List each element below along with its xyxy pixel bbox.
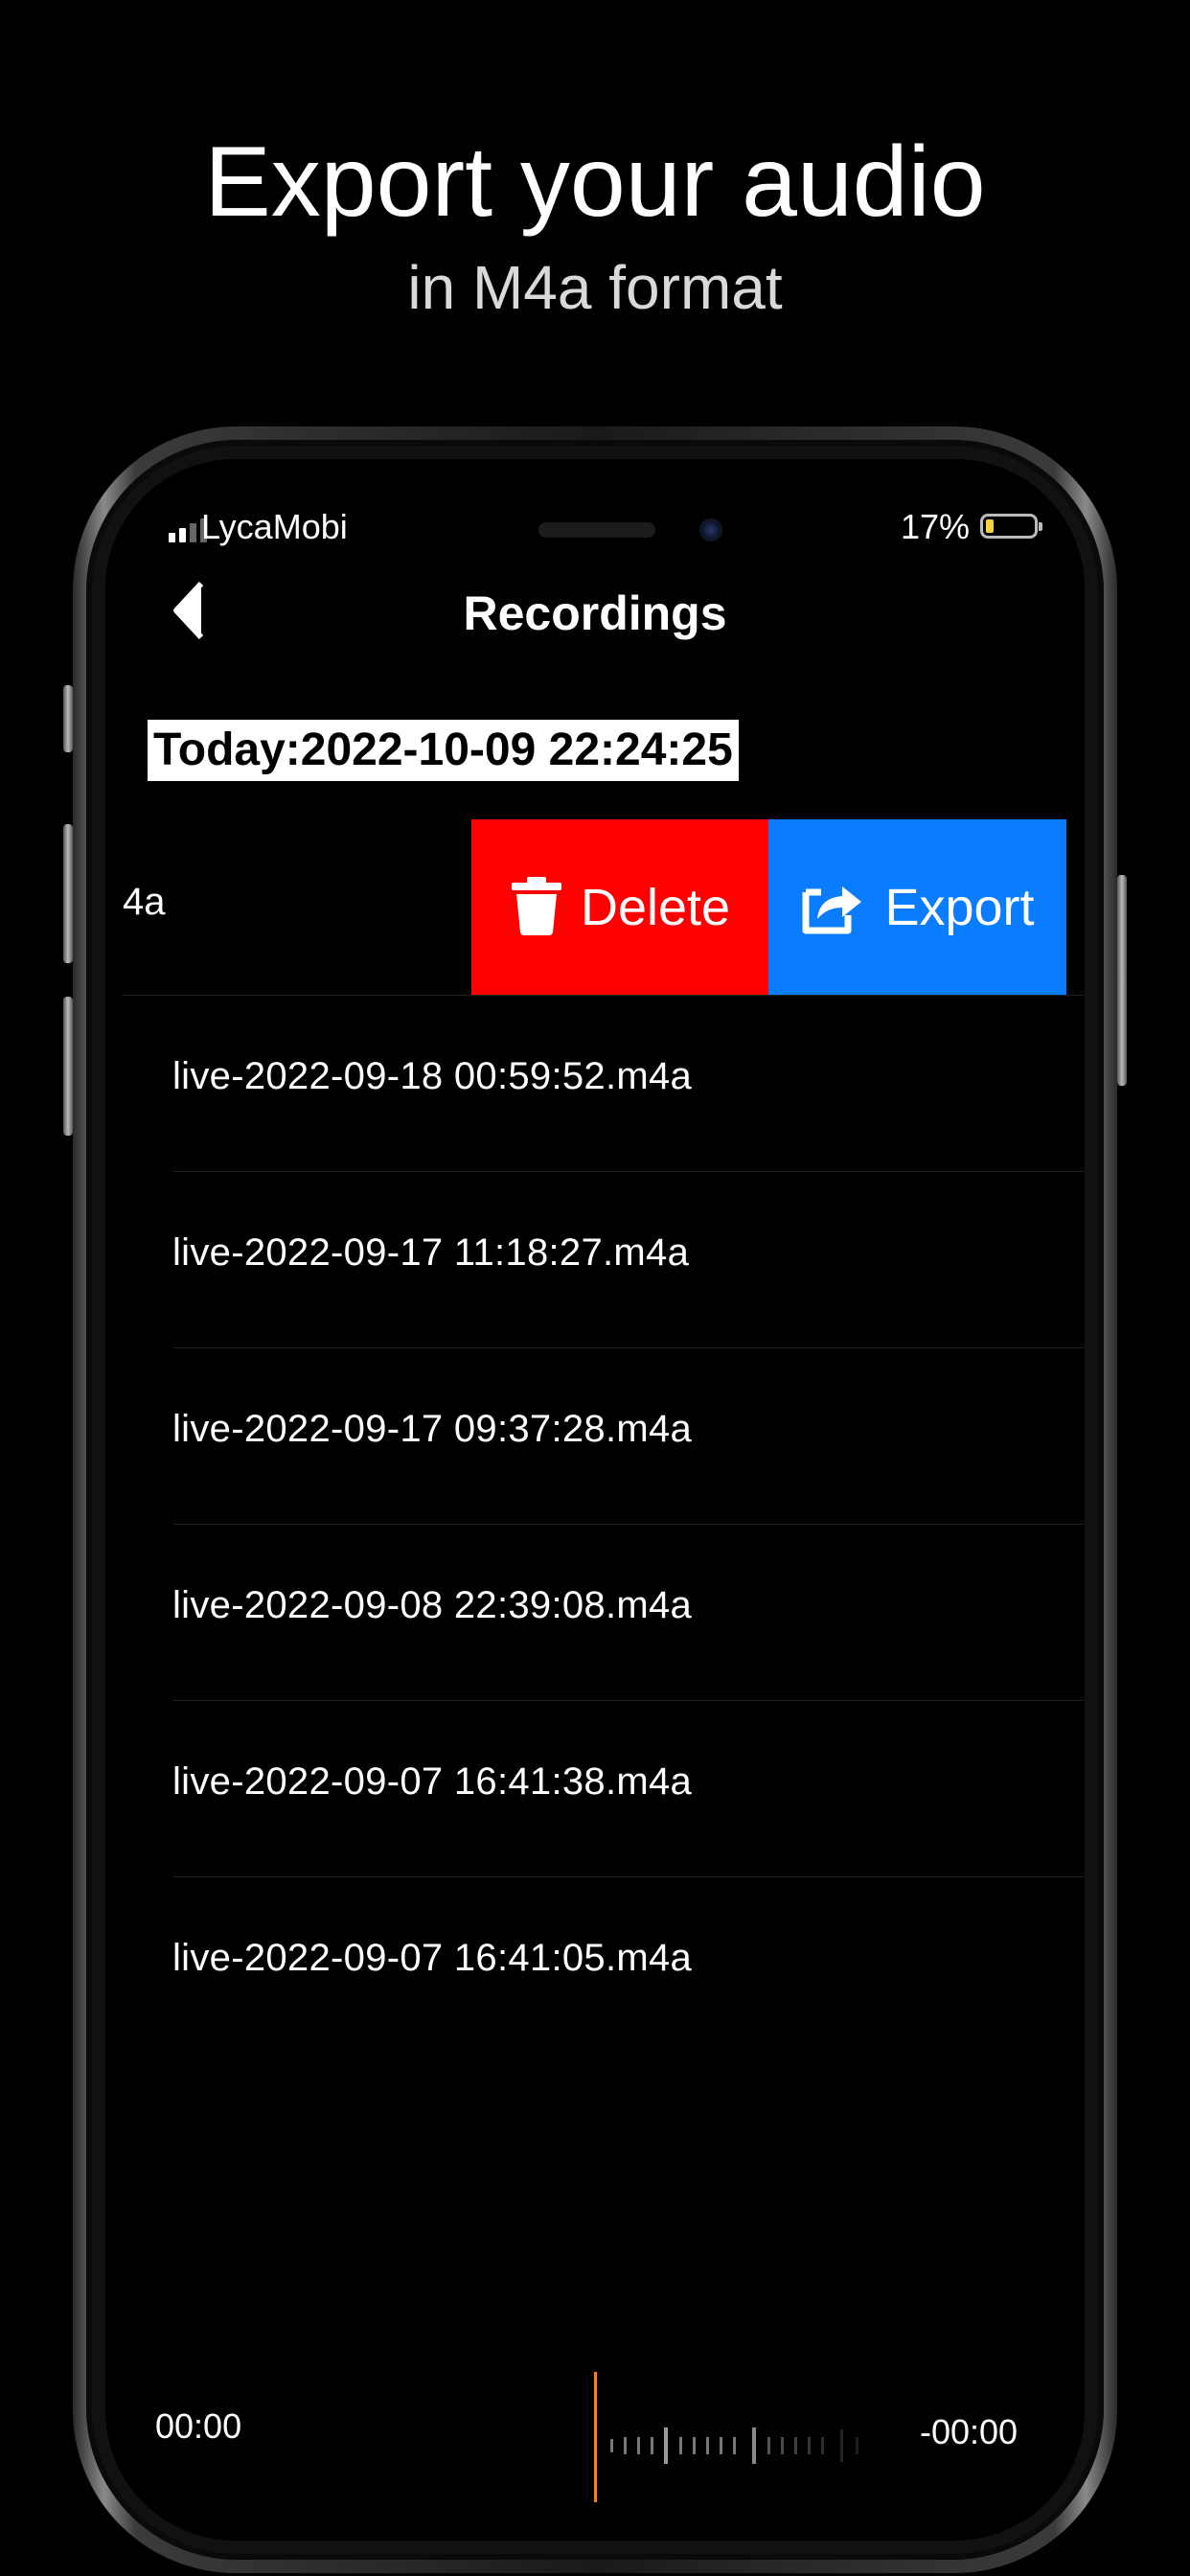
swiped-row-filename: 4a: [123, 881, 166, 923]
recording-filename: live-2022-09-18 00:59:52.m4a: [172, 1055, 693, 1097]
recording-filename: live-2022-09-08 22:39:08.m4a: [172, 1584, 693, 1626]
battery-percentage: 17%: [901, 507, 971, 546]
delete-button[interactable]: Delete: [471, 819, 768, 996]
volume-down-button: [63, 997, 73, 1136]
recording-row[interactable]: live-2022-09-07 16:41:38.m4a: [105, 1701, 1085, 1877]
recording-filename: live-2022-09-17 09:37:28.m4a: [172, 1408, 693, 1450]
page-title: Recordings: [463, 586, 727, 640]
section-header-today: Today:2022-10-09 22:24:25: [148, 720, 739, 781]
promo-headline: Export your audio: [204, 126, 986, 238]
trash-icon: [510, 875, 563, 941]
recording-filename: live-2022-09-07 16:41:05.m4a: [172, 1937, 693, 1977]
recording-row[interactable]: live-2022-09-07 16:41:05.m4a: [105, 1877, 1085, 1977]
phone-screen: LycaMobi 17% Recordings Today:2022-10-09…: [105, 459, 1085, 2541]
front-camera: [699, 518, 722, 541]
export-label: Export: [884, 879, 1035, 936]
promo-subheadline: in M4a format: [407, 253, 783, 322]
recording-filename: live-2022-09-07 16:41:38.m4a: [172, 1760, 693, 1803]
remaining-time: -00:00: [920, 2412, 1018, 2451]
recording-row[interactable]: live-2022-09-17 11:18:27.m4a: [105, 1172, 1085, 1348]
power-button: [1117, 875, 1127, 1086]
navigation-bar: Recordings: [105, 564, 1085, 656]
volume-up-button: [63, 824, 73, 963]
mute-switch: [63, 685, 73, 752]
recording-row[interactable]: live-2022-09-08 22:39:08.m4a: [105, 1525, 1085, 1701]
delete-label: Delete: [580, 879, 731, 936]
phone-frame: LycaMobi 17% Recordings Today:2022-10-09…: [63, 426, 1127, 2573]
carrier-name: LycaMobi: [201, 507, 348, 546]
share-icon: [800, 875, 867, 941]
elapsed-time: 00:00: [155, 2406, 242, 2446]
recordings-list: live-2022-09-18 00:59:52.m4a live-2022-0…: [105, 996, 1085, 1977]
recording-filename: live-2022-09-17 11:18:27.m4a: [172, 1231, 690, 1274]
battery-icon: [980, 514, 1042, 539]
waveform-scrubber[interactable]: [610, 2426, 898, 2464]
recording-row[interactable]: live-2022-09-17 09:37:28.m4a: [105, 1348, 1085, 1525]
playhead[interactable]: [594, 2372, 597, 2502]
export-button[interactable]: Export: [768, 819, 1066, 996]
status-bar: LycaMobi 17%: [105, 459, 1085, 546]
swiped-recording-row[interactable]: 4a Delete Export: [105, 819, 1085, 996]
recording-row[interactable]: live-2022-09-18 00:59:52.m4a: [105, 996, 1085, 1172]
earpiece-speaker: [538, 522, 655, 538]
